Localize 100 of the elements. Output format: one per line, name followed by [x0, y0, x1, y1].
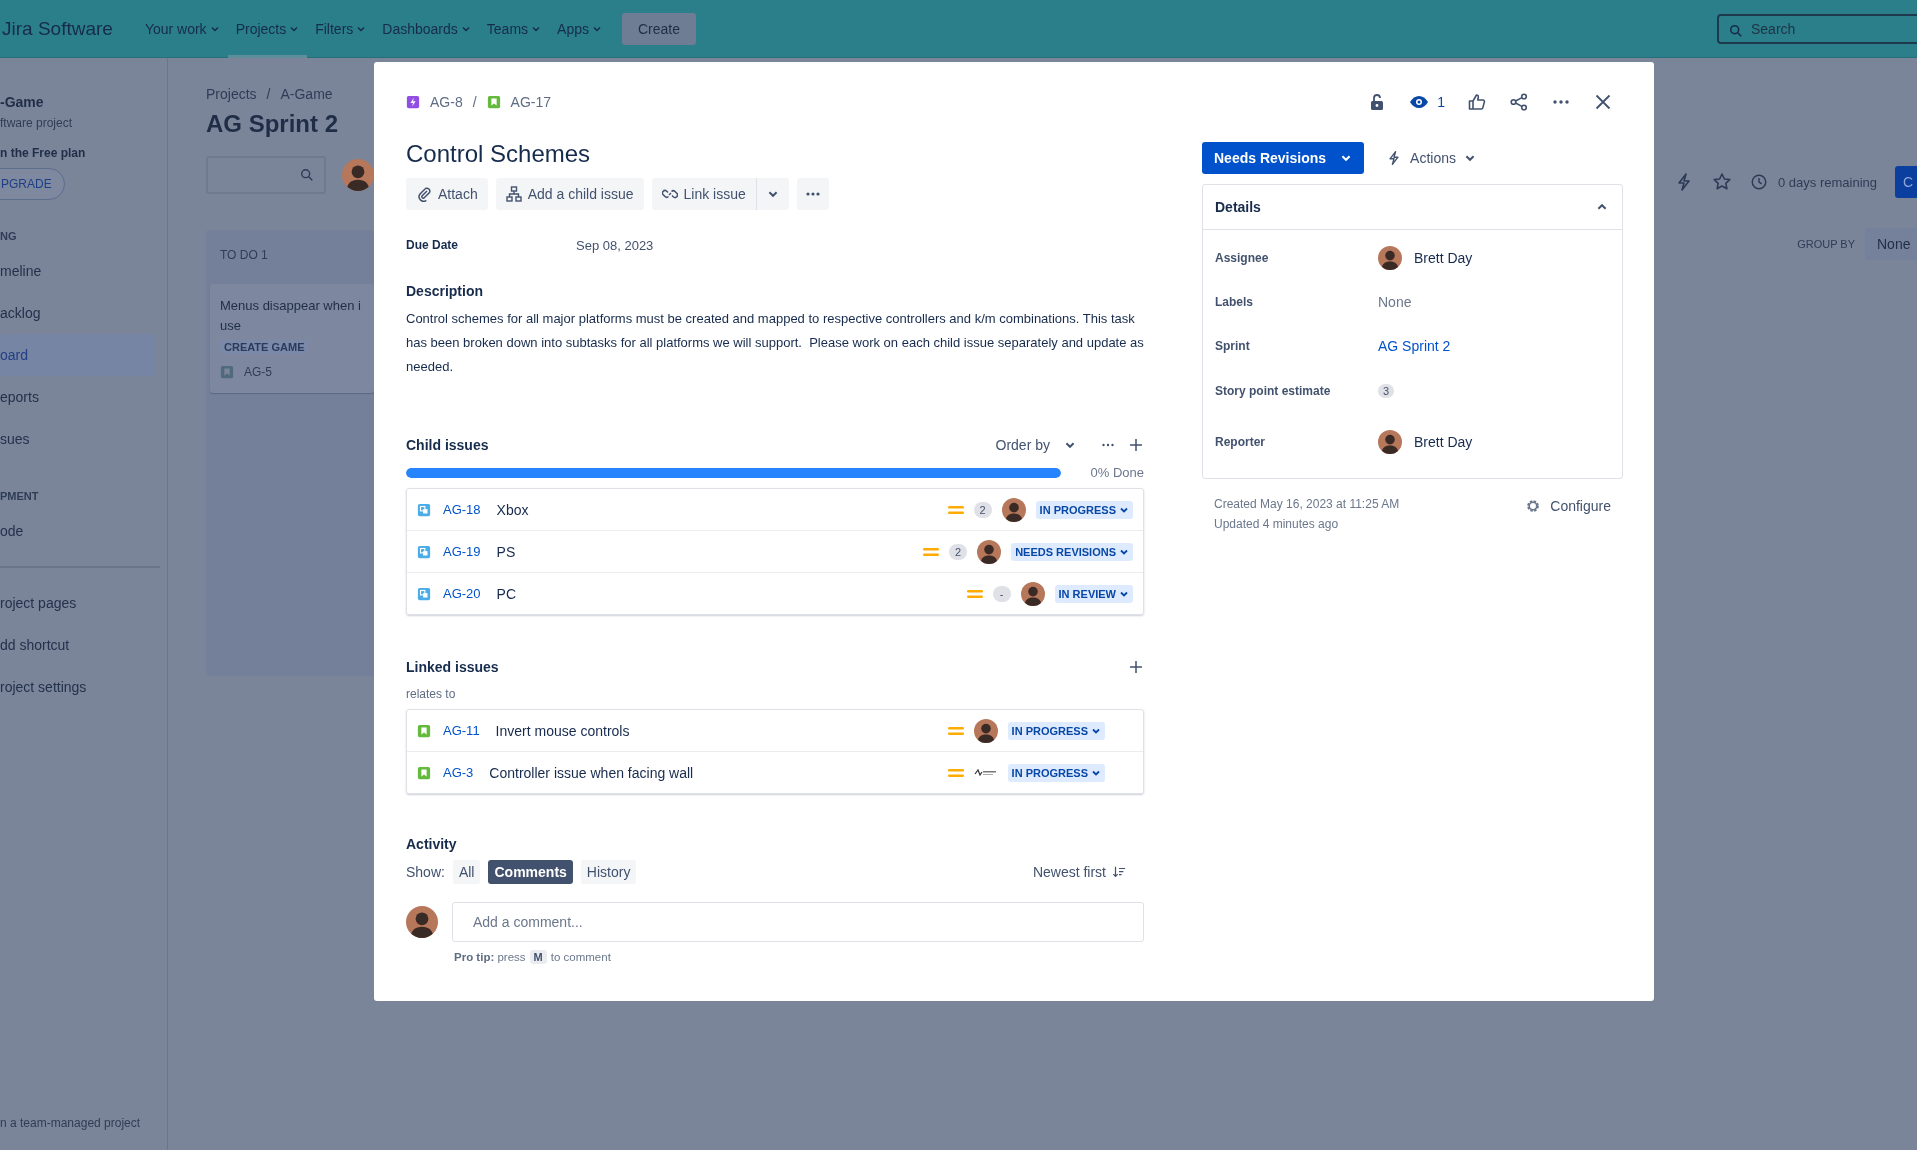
- configure-button[interactable]: Configure: [1524, 497, 1611, 515]
- issue-summary: PC: [496, 585, 517, 602]
- field-label: Assignee: [1215, 251, 1270, 265]
- issue-breadcrumb-link[interactable]: AG-8: [430, 94, 463, 110]
- issue-key-link[interactable]: AG-18: [443, 502, 481, 517]
- project-name: -Game: [0, 94, 44, 110]
- attach-button[interactable]: Attach: [406, 178, 488, 210]
- activity-filter-tab[interactable]: All: [452, 860, 481, 884]
- sidebar-item[interactable]: eports: [0, 376, 156, 418]
- activity-filter-tab[interactable]: History: [580, 860, 637, 884]
- due-date-label: Due Date: [406, 238, 459, 253]
- logo-avatar-icon[interactable]: [973, 767, 998, 778]
- issue-breadcrumb-link[interactable]: AG-17: [510, 94, 552, 110]
- status-dropdown[interactable]: NEEDS REVISIONS: [1011, 542, 1133, 561]
- sidebar-link[interactable]: roject pages: [0, 582, 156, 624]
- user-avatar: [406, 906, 438, 938]
- sidebar-item[interactable]: acklog: [0, 292, 156, 334]
- issue-summary: Controller issue when facing wall: [489, 764, 694, 781]
- status-dropdown[interactable]: IN REVIEW: [1054, 584, 1133, 603]
- linked-issue-row[interactable]: AG-11 Invert mouse controls IN PROGRESS: [407, 710, 1143, 752]
- star-icon[interactable]: [1712, 172, 1732, 192]
- user-name[interactable]: Brett Day: [1414, 434, 1473, 450]
- add-icon[interactable]: [1128, 659, 1144, 675]
- activity-heading: Activity: [406, 836, 458, 852]
- add-child-issue-button[interactable]: Add a child issue: [495, 178, 644, 210]
- sidebar-item[interactable]: sues: [0, 418, 156, 460]
- lightning-icon: [406, 95, 420, 109]
- details-title: Details: [1215, 199, 1261, 215]
- sidebar-item[interactable]: ode: [0, 510, 156, 552]
- priority-icon: [947, 766, 964, 779]
- field-label: Sprint: [1215, 339, 1251, 353]
- assignee-avatar[interactable]: [1020, 581, 1045, 606]
- assignee-avatar[interactable]: [1001, 497, 1026, 522]
- child-issue-row[interactable]: AG-19 PS 2 NEEDS REVISIONS: [407, 531, 1143, 573]
- thumbs-up-icon[interactable]: [1467, 92, 1487, 112]
- details-header[interactable]: Details: [1203, 185, 1622, 230]
- status-dropdown[interactable]: IN PROGRESS: [1007, 721, 1105, 740]
- avatar[interactable]: [342, 159, 374, 191]
- complete-sprint-button[interactable]: C: [1895, 166, 1917, 198]
- sidebar-item[interactable]: meline: [0, 250, 156, 292]
- keyboard-key: M: [529, 950, 547, 964]
- board-search-field[interactable]: [206, 156, 326, 194]
- story-point-badge[interactable]: 3: [1378, 384, 1395, 398]
- status-dropdown[interactable]: IN PROGRESS: [1007, 763, 1105, 782]
- share-icon[interactable]: [1509, 92, 1529, 112]
- bookmark-icon: [486, 95, 501, 109]
- sidebar-link[interactable]: dd shortcut: [0, 624, 156, 666]
- linked-issues-heading: Linked issues: [406, 659, 499, 675]
- order-by-dropdown[interactable]: Order by: [995, 437, 1076, 453]
- card-title: Menus disappear when i use: [220, 297, 362, 335]
- issue-key-link[interactable]: AG-19: [443, 544, 481, 559]
- sidebar-section-heading: PMENT: [0, 490, 39, 502]
- clock-icon: [1750, 173, 1768, 191]
- link-issue-button[interactable]: Link issue: [651, 178, 756, 210]
- issue-card[interactable]: Menus disappear when i use CREATE GAME AG-5: [210, 284, 374, 393]
- issue-summary: PS: [496, 543, 516, 560]
- relation-label: relates to: [406, 687, 457, 701]
- column-title: TO DO 1: [219, 247, 269, 264]
- issue-key-link[interactable]: AG-20: [443, 586, 481, 601]
- linked-issue-row[interactable]: AG-3 Controller issue when facing wall IN PROGRESS: [407, 752, 1143, 793]
- comment-field[interactable]: Add a comment...: [452, 902, 1144, 942]
- group-by-label: GROUP BY: [1797, 238, 1855, 250]
- updated-date: Updated 4 minutes ago: [1214, 517, 1340, 531]
- sprint-link[interactable]: AG Sprint 2: [1378, 338, 1451, 354]
- description-heading: Description: [406, 283, 484, 299]
- sidebar-link[interactable]: roject settings: [0, 666, 156, 708]
- issue-key-link[interactable]: AG-11: [443, 723, 480, 738]
- epic-label: CREATE GAME: [220, 340, 309, 354]
- issue-key-link[interactable]: AG-3: [443, 765, 474, 780]
- issue-key: AG-5: [244, 365, 272, 379]
- description-text[interactable]: Control schemes for all major platforms must be created and mapped to respective controllers and k/m combinations. This task has been broken down into subtasks for all platforms we will support. Please work on each child issue separately and update as needed.: [406, 307, 1144, 379]
- pro-tip-text: Pro tip: press: [454, 951, 526, 963]
- add-icon[interactable]: [1128, 437, 1144, 453]
- close-icon[interactable]: [1593, 92, 1613, 112]
- assignee-avatar[interactable]: [973, 718, 998, 743]
- due-date-value[interactable]: Sep 08, 2023: [576, 238, 654, 253]
- progress-reading: 0% Done: [1090, 465, 1144, 480]
- user-avatar: [1378, 246, 1402, 270]
- issue-title[interactable]: Control Schemes: [406, 140, 591, 168]
- actions-dropdown[interactable]: Actions: [1386, 150, 1476, 166]
- status-dropdown[interactable]: IN PROGRESS: [1035, 500, 1133, 519]
- field-value[interactable]: None: [1378, 294, 1412, 310]
- status-dropdown-button[interactable]: Needs Revisions: [1202, 142, 1365, 174]
- sidebar-footer-note: n a team-managed project: [0, 1116, 141, 1130]
- activity-filter-tab[interactable]: Comments: [488, 860, 573, 884]
- issue-summary: Invert mouse controls: [495, 722, 630, 739]
- bookmark-icon: [417, 765, 431, 780]
- subtask-icon: [417, 544, 431, 559]
- watchers-button[interactable]: 1: [1409, 92, 1445, 112]
- search-field[interactable]: Search: [1717, 13, 1917, 44]
- child-issue-row[interactable]: AG-18 Xbox 2 IN PROGRESS: [407, 489, 1143, 531]
- subtask-icon: [417, 586, 431, 601]
- assignee-avatar[interactable]: [977, 539, 1002, 564]
- child-issue-row[interactable]: AG-20 PC - IN REVIEW: [407, 573, 1143, 614]
- field-label: Story point estimate: [1215, 384, 1332, 398]
- group-by-dropdown[interactable]: None: [1865, 228, 1917, 260]
- sprint-title: AG Sprint 2: [206, 110, 339, 138]
- sort-button[interactable]: Newest first: [1026, 863, 1132, 881]
- story-points: -: [992, 585, 1011, 602]
- user-name[interactable]: Brett Day: [1414, 250, 1473, 266]
